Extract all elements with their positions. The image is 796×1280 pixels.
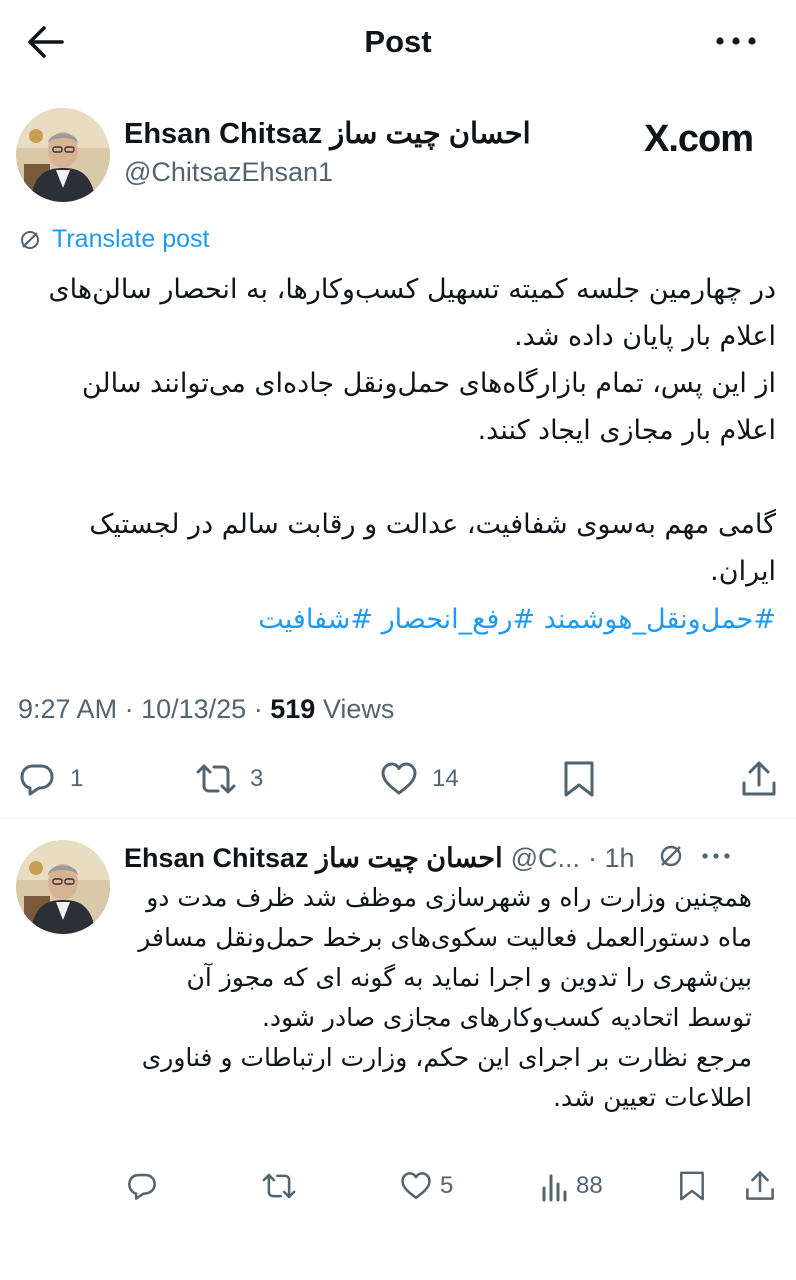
share-icon — [742, 761, 776, 796]
author-name[interactable]: Ehsan Chitsaz احسان چیت ساز — [124, 116, 531, 151]
like-count: 14 — [432, 765, 459, 792]
views-label: Views — [322, 694, 395, 724]
post-date[interactable]: 10/13/25 — [141, 694, 246, 724]
hashtags: #حمل‌ونقل_هوشمند #رفع_انحصار #شفافیت — [20, 596, 776, 643]
reply-actions: 5 88 — [0, 1164, 796, 1210]
reply-text: همچنین وزارت راه و شهرسازی موظف شد ظرف م… — [138, 883, 752, 1112]
author-handle[interactable]: @ChitsazEhsan1 — [124, 157, 333, 188]
reply-button[interactable] — [126, 1170, 158, 1202]
grok-icon[interactable] — [657, 842, 685, 874]
post-meta: 9:27 AM · 10/13/25 · 519 Views — [18, 694, 395, 724]
page-title: Post — [364, 24, 432, 59]
post-time[interactable]: 9:27 AM — [18, 694, 117, 724]
views-icon — [542, 1174, 567, 1202]
share-icon — [746, 1171, 774, 1200]
avatar[interactable] — [16, 840, 110, 934]
post-text: در چهارمین جلسه کمیته تسهیل کسب‌وکارها، … — [48, 274, 776, 587]
views-count: 88 — [576, 1172, 603, 1199]
post-actions: 1 3 14 — [0, 752, 796, 808]
reply-icon — [20, 764, 54, 796]
hashtag-link[interactable]: #شفافیت — [258, 604, 373, 635]
hashtag-link[interactable]: #رفع_انحصار — [382, 604, 536, 635]
reply-time[interactable]: · 1h — [588, 843, 635, 874]
reply-button[interactable]: 1 — [18, 760, 83, 798]
bookmark-button[interactable] — [562, 760, 596, 798]
watermark: X.com — [644, 118, 754, 160]
author-handle[interactable]: @C... — [511, 843, 580, 874]
views-button[interactable]: 88 — [540, 1170, 603, 1202]
reply-header: Ehsan Chitsaz احسان چیت ساز @C... · 1h — [124, 840, 778, 876]
bookmark-icon — [680, 1171, 704, 1201]
top-bar: Post — [0, 0, 796, 86]
like-button[interactable]: 14 — [380, 760, 459, 798]
repost-button[interactable]: 3 — [196, 760, 263, 798]
author-name[interactable]: Ehsan Chitsaz احسان چیت ساز — [124, 843, 503, 874]
translate-label: Translate post — [52, 225, 210, 253]
repost-count: 3 — [250, 765, 264, 792]
translate-icon — [21, 230, 39, 249]
like-count: 5 — [440, 1172, 454, 1199]
translate-post-link[interactable]: Translate post — [18, 225, 209, 254]
repost-icon — [196, 764, 236, 794]
views-count: 519 — [270, 694, 316, 724]
like-icon — [381, 762, 417, 795]
like-icon — [401, 1172, 431, 1200]
reply-count: 1 — [70, 765, 84, 792]
divider — [0, 818, 796, 819]
share-button[interactable] — [744, 1170, 776, 1202]
repost-icon — [262, 1173, 296, 1199]
share-button[interactable] — [740, 760, 778, 798]
bookmark-icon — [564, 761, 594, 797]
bookmark-button[interactable] — [678, 1170, 706, 1202]
like-button[interactable]: 5 — [400, 1170, 453, 1202]
hashtag-link[interactable]: #حمل‌ونقل_هوشمند — [544, 604, 776, 635]
avatar[interactable] — [16, 108, 110, 202]
more-icon[interactable] — [701, 846, 731, 870]
more-icon[interactable] — [714, 28, 758, 54]
reply-icon — [128, 1173, 156, 1200]
repost-button[interactable] — [262, 1170, 296, 1202]
